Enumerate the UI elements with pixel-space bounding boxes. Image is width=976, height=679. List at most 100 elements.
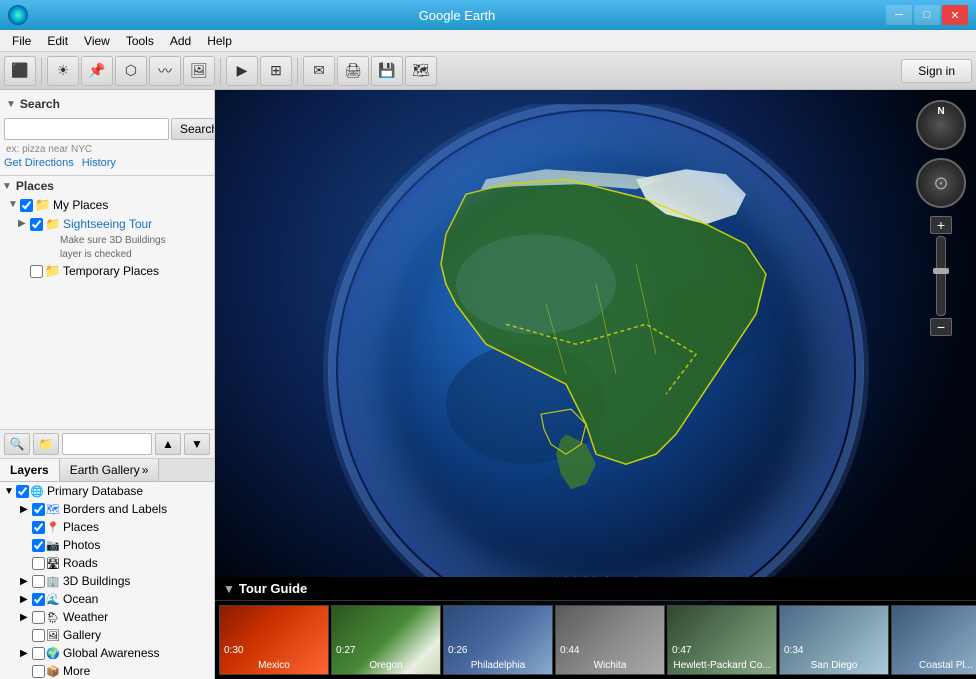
borders-expand[interactable]: ▶: [20, 504, 32, 515]
my-places-checkbox[interactable]: [20, 199, 33, 212]
search-section-label: Search: [20, 97, 60, 111]
globe-image: [286, 104, 906, 644]
tour-thumb-coastal[interactable]: Coastal Pl...: [891, 605, 976, 675]
menu-view[interactable]: View: [76, 32, 118, 50]
toolbar-separator-1: [41, 58, 42, 84]
folder-small-button[interactable]: 📁: [33, 433, 59, 455]
places-layer-label: Places: [63, 520, 99, 534]
global-expand[interactable]: ▶: [20, 648, 32, 659]
save-image-button[interactable]: 💾: [371, 56, 403, 86]
path-input[interactable]: [62, 433, 152, 455]
layers-tab-bar: Layers Earth Gallery »: [0, 459, 214, 482]
tour-guide-panel: ▼ Tour Guide 0:30 Mexico 0:27 Oregon 0:2…: [215, 577, 976, 679]
left-panel: ▼ Search Search ex: pizza near NYC Get D…: [0, 90, 215, 679]
sightseeing-label[interactable]: Sightseeing Tour: [63, 216, 152, 233]
map-area[interactable]: N ⊙ + − Imagery ©2013 NASA, NOAA, GeoEye…: [215, 90, 976, 679]
tour-thumb-mexico[interactable]: 0:30 Mexico: [219, 605, 329, 675]
philadelphia-time: 0:26: [448, 645, 467, 656]
tour-guide-collapse-arrow: ▼: [223, 582, 235, 596]
sign-in-button[interactable]: Sign in: [901, 59, 972, 83]
tour-thumb-oregon[interactable]: 0:27 Oregon: [331, 605, 441, 675]
ocean-icon: 🌊: [45, 591, 61, 607]
places-section-header[interactable]: ▼ Places: [0, 176, 214, 196]
history-link[interactable]: History: [82, 157, 116, 169]
search-hint: ex: pizza near NYC: [4, 144, 210, 155]
3d-buildings-checkbox[interactable]: [32, 575, 45, 588]
borders-checkbox[interactable]: [32, 503, 45, 516]
zoom-out-button[interactable]: −: [930, 318, 952, 336]
global-awareness-checkbox[interactable]: [32, 647, 45, 660]
tour-thumb-philadelphia[interactable]: 0:26 Philadelphia: [443, 605, 553, 675]
primary-db-expand[interactable]: ▼: [4, 486, 16, 497]
borders-icon: 🗺: [45, 501, 61, 517]
temp-places-folder-icon: 📁: [45, 263, 61, 279]
record-tour-button[interactable]: ▶: [226, 56, 258, 86]
earth-gallery-tab[interactable]: Earth Gallery »: [60, 459, 160, 481]
app-logo: [8, 5, 28, 25]
tour-hint-line2: layer is checked: [60, 248, 214, 262]
compass-ring[interactable]: N: [916, 100, 966, 150]
show-sidebar-button[interactable]: ⊞: [260, 56, 292, 86]
menu-add[interactable]: Add: [162, 32, 199, 50]
close-button[interactable]: ✕: [942, 5, 968, 25]
menu-file[interactable]: File: [4, 32, 39, 50]
get-directions-link[interactable]: Get Directions: [4, 157, 74, 169]
layers-tab[interactable]: Layers: [0, 459, 60, 481]
tour-guide-header[interactable]: ▼ Tour Guide: [215, 577, 976, 601]
more-checkbox[interactable]: [32, 665, 45, 678]
3d-buildings-expand[interactable]: ▶: [20, 576, 32, 587]
search-button[interactable]: Search: [171, 118, 215, 140]
photos-layer-item: 📷 Photos: [16, 536, 214, 554]
layers-section: Layers Earth Gallery » ▼ 🌐 Primary Datab…: [0, 459, 214, 679]
google-maps-button[interactable]: 🗺: [405, 56, 437, 86]
add-placemark-button[interactable]: 📌: [81, 56, 113, 86]
my-places-expand[interactable]: ▼: [8, 199, 20, 210]
minimize-button[interactable]: ─: [886, 5, 912, 25]
bottom-nav-buttons: 🔍 📁 ▲ ▼: [0, 430, 214, 459]
gallery-checkbox[interactable]: [32, 629, 45, 642]
tour-thumb-sandiego[interactable]: 0:34 San Diego: [779, 605, 889, 675]
tour-thumb-wichita[interactable]: 0:44 Wichita: [555, 605, 665, 675]
zoom-in-button[interactable]: +: [930, 216, 952, 234]
primary-db-label: Primary Database: [47, 484, 143, 498]
add-overlay-button[interactable]: 🖼: [183, 56, 215, 86]
menu-tools[interactable]: Tools: [118, 32, 162, 50]
roads-layer-item: 🛣 Roads: [16, 554, 214, 572]
photos-label: Photos: [63, 538, 100, 552]
primary-db-checkbox[interactable]: [16, 485, 29, 498]
window-controls: ─ □ ✕: [886, 5, 968, 25]
3d-buildings-item: ▶ 🏢 3D Buildings: [16, 572, 214, 590]
search-section-header[interactable]: ▼ Search: [4, 94, 210, 114]
weather-expand[interactable]: ▶: [20, 612, 32, 623]
oregon-time: 0:27: [336, 645, 355, 656]
sightseeing-checkbox[interactable]: [30, 218, 43, 231]
tour-thumb-hewlett[interactable]: 0:47 Hewlett-Packard Co...: [667, 605, 777, 675]
roads-checkbox[interactable]: [32, 557, 45, 570]
nav-down-button[interactable]: ▼: [184, 433, 210, 455]
print-button[interactable]: 🖨: [337, 56, 369, 86]
weather-checkbox[interactable]: [32, 611, 45, 624]
ocean-label: Ocean: [63, 592, 98, 606]
show-sunlight-button[interactable]: ☀: [47, 56, 79, 86]
nav-up-button[interactable]: ▲: [155, 433, 181, 455]
temporary-places-checkbox[interactable]: [30, 265, 43, 278]
search-small-button[interactable]: 🔍: [4, 433, 30, 455]
add-path-button[interactable]: 〰: [149, 56, 181, 86]
photos-checkbox[interactable]: [32, 539, 45, 552]
zoom-slider-thumb[interactable]: [933, 268, 949, 274]
map-view-button[interactable]: ⬛: [4, 56, 36, 86]
menu-edit[interactable]: Edit: [39, 32, 76, 50]
places-layer-checkbox[interactable]: [32, 521, 45, 534]
maximize-button[interactable]: □: [914, 5, 940, 25]
ocean-expand[interactable]: ▶: [20, 594, 32, 605]
search-section: ▼ Search Search ex: pizza near NYC Get D…: [0, 90, 214, 176]
sightseeing-expand[interactable]: ▶: [18, 218, 30, 229]
add-polygon-button[interactable]: ⬡: [115, 56, 147, 86]
search-input[interactable]: [4, 118, 169, 140]
zoom-slider[interactable]: [936, 236, 946, 316]
menu-help[interactable]: Help: [199, 32, 240, 50]
email-button[interactable]: ✉: [303, 56, 335, 86]
tilt-control[interactable]: ⊙: [916, 158, 966, 208]
ocean-checkbox[interactable]: [32, 593, 45, 606]
weather-label: Weather: [63, 610, 108, 624]
